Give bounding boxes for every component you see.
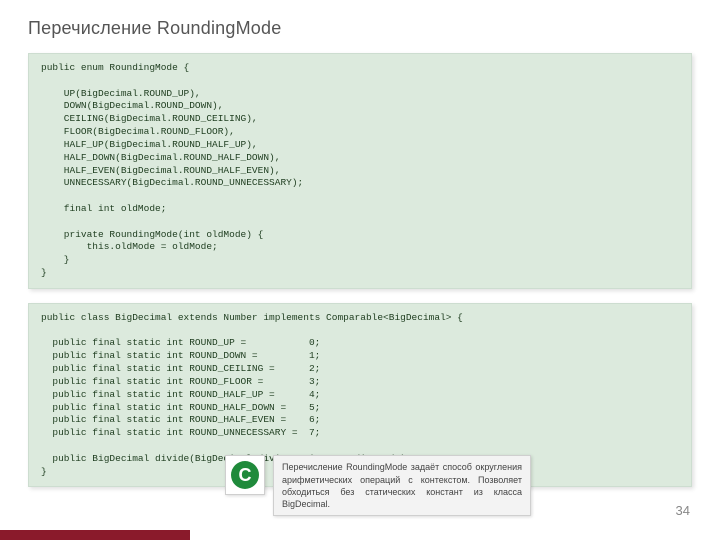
code-block-enum: public enum RoundingMode { UP(BigDecimal… bbox=[28, 53, 692, 289]
note-icon-box: С bbox=[225, 455, 265, 495]
info-icon: С bbox=[231, 461, 259, 489]
accent-bar bbox=[0, 530, 190, 540]
note-text: Перечисление RoundingMode задаёт способ … bbox=[273, 455, 531, 516]
page-number: 34 bbox=[676, 503, 690, 518]
slide: Перечисление RoundingMode public enum Ro… bbox=[0, 0, 720, 540]
page-title: Перечисление RoundingMode bbox=[28, 18, 692, 39]
note-row: С Перечисление RoundingMode задаёт спосо… bbox=[225, 455, 531, 516]
